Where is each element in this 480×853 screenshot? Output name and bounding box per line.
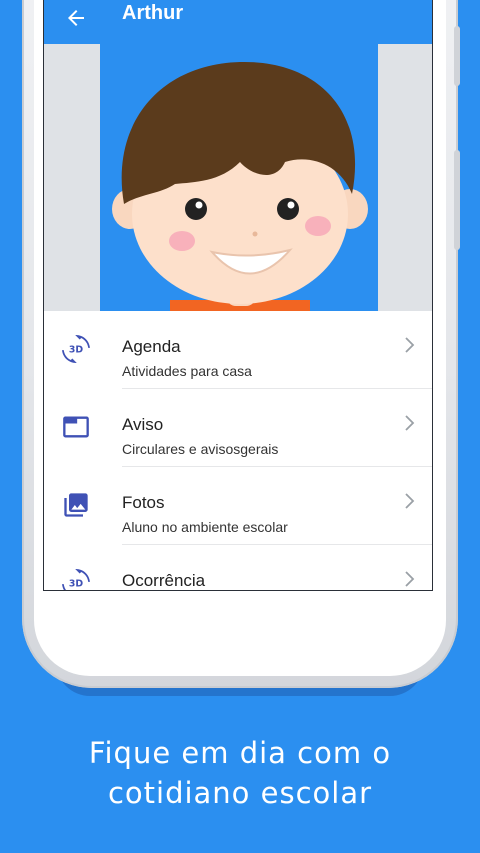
phone-side-button-volume [454,150,460,250]
profile-bg-panel-right [376,44,432,311]
rotate-3d-icon: 3D [62,569,90,590]
promo-tagline-line2: cotidiano escolar [107,776,373,810]
page-title: Arthur [122,2,184,24]
profile-bg-panel-left [44,44,100,311]
menu-item-subtitle: Circulares e avisosgerais [122,441,279,457]
boy-avatar-illustration [100,44,378,311]
promo-tagline-line1: Fique em dia com o [88,736,392,770]
svg-text:3D: 3D [69,579,83,590]
menu-item-title: Ocorrência [122,571,206,590]
rotate-3d-icon: 3D [62,335,90,363]
chevron-right-icon [405,415,415,431]
arrow-left-icon[interactable] [64,6,88,30]
chevron-right-icon [405,571,415,587]
menu-item-fotos[interactable]: Fotos Aluno no ambiente escolar [44,467,432,545]
chevron-right-icon [405,337,415,353]
menu-item-subtitle: Aluno no ambiente escolar [122,519,288,535]
profile-header [44,44,432,311]
menu-item-agenda[interactable]: 3D Agenda Atividades para casa [44,311,432,389]
phone-screen: Arthur 3D Agenda Atividades para casa Av… [43,0,433,591]
menu-item-title: Fotos [122,493,165,512]
photo-library-icon [64,493,88,517]
menu-item-subtitle: Atividades para casa [122,363,252,379]
app-bar: Arthur [44,0,432,44]
chevron-right-icon [405,493,415,509]
menu-item-ocorrencia[interactable]: 3D Ocorrência [44,545,432,590]
menu-item-title: Agenda [122,337,181,356]
menu-item-title: Aviso [122,415,164,434]
window-icon [63,416,89,438]
menu-list: 3D Agenda Atividades para casa Aviso Cir… [44,311,432,590]
menu-item-aviso[interactable]: Aviso Circulares e avisosgerais [44,389,432,467]
promo-tagline: Fique em dia com o cotidiano escolar [0,733,480,813]
svg-text:3D: 3D [69,345,83,356]
phone-side-button-power [454,26,460,86]
